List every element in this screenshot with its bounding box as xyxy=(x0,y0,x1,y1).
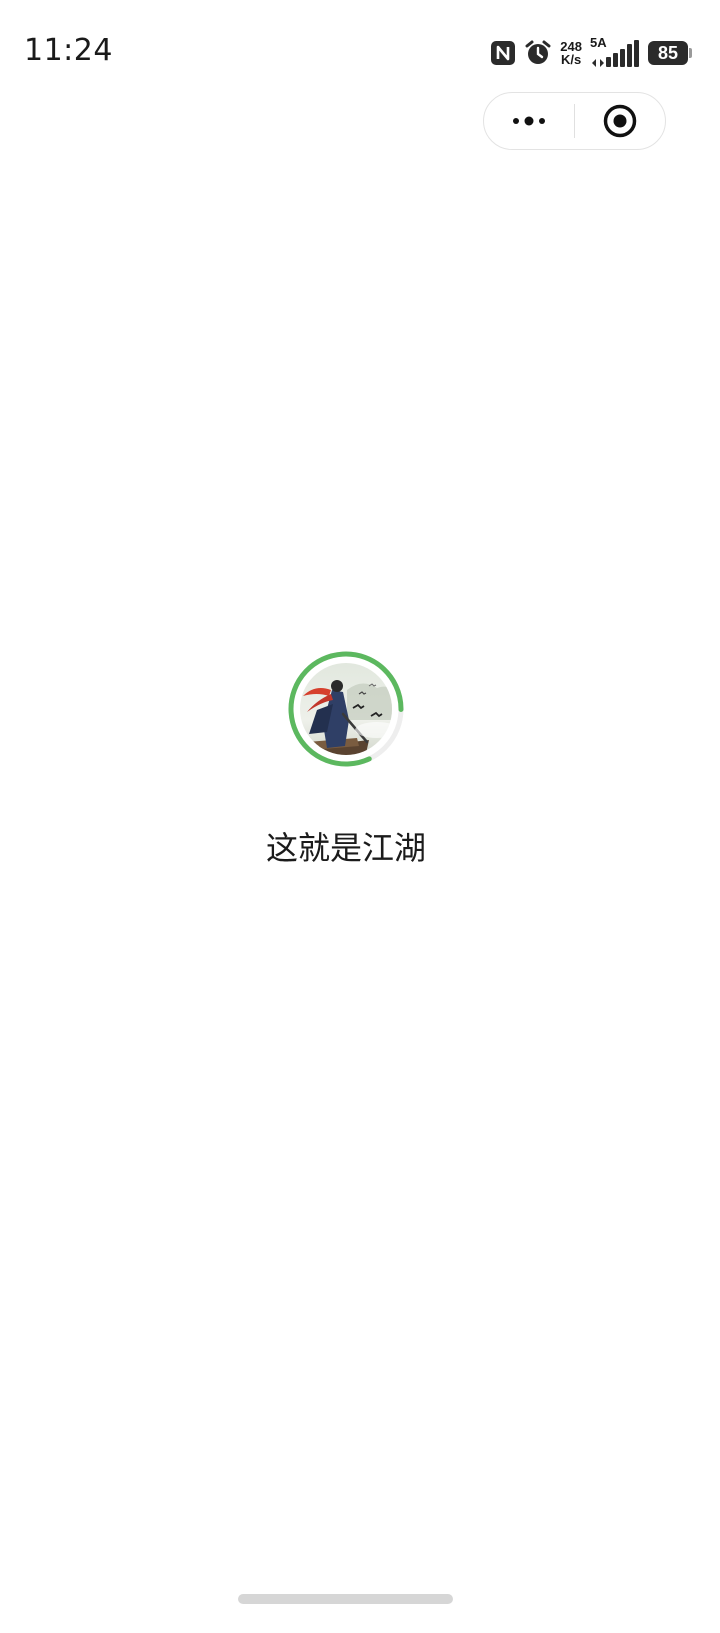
nfc-icon xyxy=(490,40,516,66)
network-speed-unit: K/s xyxy=(561,52,582,67)
cellular-signal: 5A xyxy=(590,35,640,67)
network-type: 5A xyxy=(590,35,607,50)
home-indicator[interactable] xyxy=(238,1594,453,1604)
target-close-icon xyxy=(603,104,637,138)
status-icons: 248 K/s 5A 85 xyxy=(490,35,692,68)
mini-program-capsule xyxy=(483,92,666,150)
loading-indicator xyxy=(287,650,405,768)
app-name: 这就是江湖 xyxy=(265,829,426,867)
swordsman-avatar-icon xyxy=(300,663,392,755)
network-speed: 248 K/s xyxy=(560,40,582,66)
battery-level: 85 xyxy=(657,42,679,63)
status-bar: 11:24 248 K/s 5A 85 xyxy=(0,0,720,90)
status-time: 11:24 xyxy=(24,33,113,68)
battery-tip xyxy=(689,48,692,58)
close-button[interactable] xyxy=(575,93,665,149)
more-dots-icon xyxy=(513,116,545,126)
battery-indicator: 85 xyxy=(648,41,692,65)
alarm-icon xyxy=(524,39,552,67)
battery-icon: 85 xyxy=(648,41,688,65)
mini-program-loading-screen: 11:24 248 K/s 5A 85 这就是江湖 xyxy=(0,0,720,1633)
more-button[interactable] xyxy=(484,93,574,149)
